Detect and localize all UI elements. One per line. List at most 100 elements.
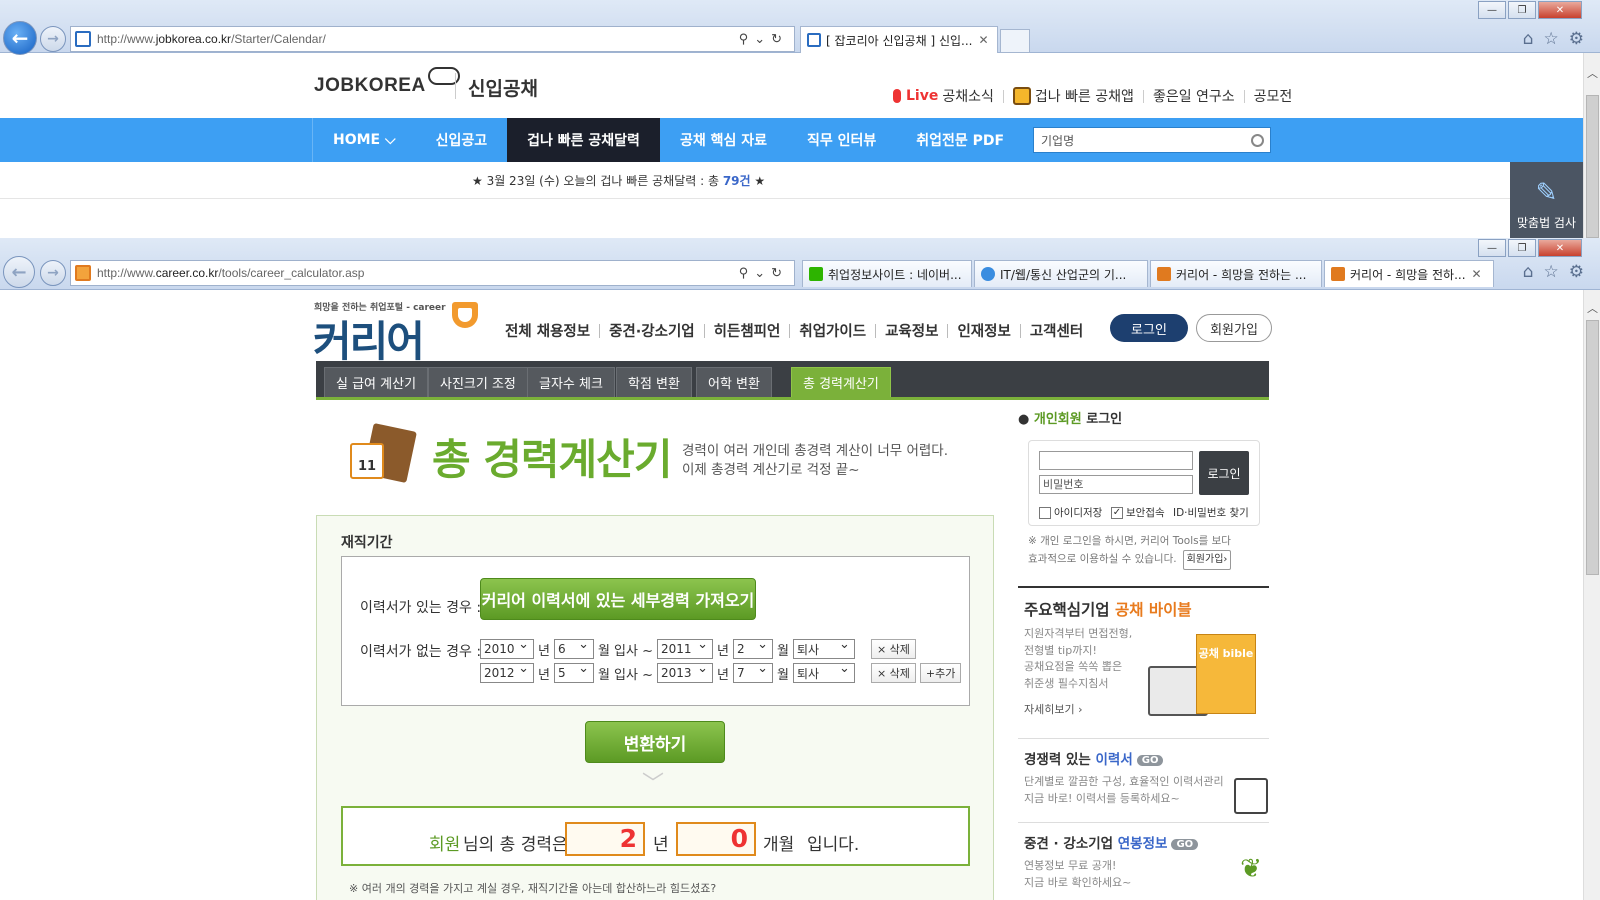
start-month-select[interactable]: 6 bbox=[553, 637, 594, 659]
start-year-select[interactable]: 2010 bbox=[480, 637, 534, 659]
header-login-button[interactable]: 로그인 bbox=[1110, 314, 1188, 342]
favorites-star-icon[interactable]: ☆ bbox=[1544, 262, 1559, 282]
menu-talent[interactable]: 인재정보 bbox=[957, 320, 1010, 341]
spell-check-button[interactable]: ✎ 맞춤법 검사 bbox=[1510, 162, 1583, 238]
delete-row-button[interactable]: × 삭제 bbox=[870, 663, 916, 683]
close-window-button[interactable]: ✕ bbox=[1538, 239, 1582, 257]
restore-button[interactable]: ❐ bbox=[1508, 1, 1536, 19]
end-year-select[interactable]: 2011 bbox=[657, 637, 714, 659]
tab-career-calculator[interactable]: 총 경력계산기 bbox=[791, 367, 891, 397]
tab-language-convert[interactable]: 어학 변환 bbox=[696, 367, 772, 397]
end-month-select[interactable]: 7 bbox=[732, 661, 773, 683]
close-tab-icon[interactable]: ✕ bbox=[978, 33, 988, 47]
add-row-button[interactable]: +추가 bbox=[919, 663, 962, 683]
tab-char-count[interactable]: 글자수 체크 bbox=[527, 367, 615, 397]
menu-customer-center[interactable]: 고객센터 bbox=[1030, 320, 1083, 341]
jobkorea-logo[interactable]: JOBKOREA bbox=[314, 67, 460, 97]
tab-jobkorea[interactable]: [ 잡코리아 신입공채 ] 신입... ✕ bbox=[800, 26, 998, 53]
minimize-button[interactable]: — bbox=[1478, 1, 1506, 19]
vertical-scrollbar[interactable]: ︿ bbox=[1583, 290, 1600, 900]
promo-bible[interactable]: 주요핵심기업 공채 바이블 지원자격부터 면접전형, 전형별 tip까지! 공채… bbox=[1024, 598, 1269, 738]
favorites-star-icon[interactable]: ☆ bbox=[1544, 29, 1559, 49]
menu-education[interactable]: 교육정보 bbox=[885, 320, 938, 341]
scroll-thumb[interactable] bbox=[1586, 95, 1599, 238]
lab-link[interactable]: 좋은일 연구소 bbox=[1153, 86, 1235, 106]
go-badge[interactable]: GO bbox=[1136, 754, 1164, 766]
nav-calendar[interactable]: 겁나 빠른 공채달력 bbox=[507, 118, 660, 162]
live-news-link[interactable]: 공채소식 bbox=[942, 86, 994, 106]
scroll-up-icon[interactable]: ︿ bbox=[1584, 300, 1600, 317]
forward-button[interactable]: → bbox=[40, 260, 66, 286]
new-tab-button[interactable] bbox=[1000, 29, 1030, 53]
address-bar[interactable]: http://www.jobkorea.co.kr/Starter/Calend… bbox=[70, 26, 795, 52]
end-year-select[interactable]: 2013 bbox=[657, 661, 714, 683]
checkbox-empty-icon[interactable] bbox=[1039, 506, 1051, 519]
close-tab-icon[interactable]: ✕ bbox=[1472, 267, 1482, 281]
nav-new-jobs[interactable]: 신입공고 bbox=[416, 118, 508, 162]
menu-job-guide[interactable]: 취업가이드 bbox=[799, 320, 866, 341]
secure-login-checkbox[interactable]: ✓ 보안접속 bbox=[1111, 505, 1165, 520]
window-controls: — ❐ ✕ bbox=[1476, 1, 1582, 19]
go-badge[interactable]: GO bbox=[1171, 838, 1199, 850]
password-input[interactable]: 비밀번호 bbox=[1039, 475, 1193, 494]
scroll-up-icon[interactable]: ︿ bbox=[1584, 65, 1600, 82]
app-icon bbox=[1012, 87, 1031, 105]
url-text: http://www.career.co.kr/tools/career_cal… bbox=[97, 266, 365, 280]
find-id-pw-link[interactable]: ID·비밀번호 찾기 bbox=[1173, 505, 1249, 520]
tab-career-2[interactable]: 커리어 - 희망을 전하... ✕ bbox=[1324, 260, 1494, 287]
back-button[interactable]: ← bbox=[3, 21, 37, 55]
promo-resume[interactable]: 경쟁력 있는 이력서 GO 단계별로 깔끔한 구성, 효율적인 이력서관리 지금 … bbox=[1024, 748, 1269, 807]
menu-mid-sized[interactable]: 중견·강소기업 bbox=[609, 320, 695, 341]
logo-subtitle[interactable]: 신입공채 bbox=[468, 74, 538, 101]
sidebar-login-button[interactable]: 로그인 bbox=[1199, 451, 1249, 495]
vertical-scrollbar[interactable]: ︿ bbox=[1583, 53, 1600, 238]
small-join-button[interactable]: 회원가입› bbox=[1182, 550, 1232, 570]
scroll-thumb[interactable] bbox=[1586, 320, 1599, 575]
restore-button[interactable]: ❐ bbox=[1508, 239, 1536, 257]
address-bar[interactable]: http://www.career.co.kr/tools/career_cal… bbox=[70, 260, 795, 286]
contest-link[interactable]: 공모전 bbox=[1254, 86, 1293, 106]
status-select[interactable]: 퇴사 bbox=[792, 661, 855, 683]
tab-photo-resize[interactable]: 사진크기 조정 bbox=[428, 367, 528, 397]
minimize-button[interactable]: — bbox=[1478, 239, 1506, 257]
forward-button[interactable]: → bbox=[40, 26, 66, 52]
search-refresh-icons[interactable]: ⚲⌄↻ bbox=[739, 265, 788, 281]
checkbox-checked-icon[interactable]: ✓ bbox=[1111, 506, 1123, 519]
company-search-input[interactable]: 기업명 bbox=[1033, 127, 1271, 153]
tab-naver[interactable]: 취업정보사이트 : 네이버... bbox=[802, 260, 972, 287]
tab-grade-convert[interactable]: 학점 변환 bbox=[616, 367, 692, 397]
notice-count[interactable]: 79건 bbox=[723, 174, 751, 188]
search-refresh-icons[interactable]: ⚲⌄↻ bbox=[739, 31, 788, 47]
id-input[interactable] bbox=[1039, 451, 1193, 470]
settings-gear-icon[interactable]: ⚙ bbox=[1569, 29, 1584, 49]
save-id-checkbox[interactable]: 아이디저장 bbox=[1039, 505, 1102, 520]
end-month-select[interactable]: 2 bbox=[732, 637, 773, 659]
start-year-select[interactable]: 2012 bbox=[480, 661, 534, 683]
career-logo[interactable]: 커리어 bbox=[313, 308, 425, 369]
search-icon[interactable] bbox=[1251, 133, 1264, 147]
home-icon[interactable]: ⌂ bbox=[1523, 29, 1534, 49]
divider bbox=[1018, 586, 1269, 588]
nav-pdf[interactable]: 취업전문 PDF bbox=[896, 118, 1024, 162]
close-window-button[interactable]: ✕ bbox=[1538, 1, 1582, 19]
menu-hidden-champion[interactable]: 히든챔피언 bbox=[714, 320, 781, 341]
nav-home[interactable]: HOME ⌵ bbox=[312, 118, 416, 162]
home-icon[interactable]: ⌂ bbox=[1523, 262, 1534, 282]
tools-tab-bar: 실 급여 계산기 사진크기 조정 글자수 체크 학점 변환 어학 변환 총 경력… bbox=[316, 361, 1269, 400]
import-resume-button[interactable]: 커리어 이력서에 있는 세부경력 가져오기 bbox=[480, 578, 756, 620]
tab-salary-calculator[interactable]: 실 급여 계산기 bbox=[324, 367, 429, 397]
start-month-select[interactable]: 5 bbox=[553, 661, 594, 683]
status-select[interactable]: 퇴사 bbox=[792, 637, 855, 659]
nav-core-materials[interactable]: 공채 핵심 자료 bbox=[660, 118, 787, 162]
back-button[interactable]: ← bbox=[3, 256, 35, 288]
delete-row-button[interactable]: × 삭제 bbox=[870, 639, 916, 659]
app-link[interactable]: 겁나 빠른 공채앱 bbox=[1035, 86, 1134, 106]
live-link[interactable]: Live bbox=[906, 88, 938, 104]
menu-all-jobs[interactable]: 전체 채용정보 bbox=[505, 320, 590, 341]
settings-gear-icon[interactable]: ⚙ bbox=[1569, 262, 1584, 282]
tab-career-1[interactable]: 커리어 - 희망을 전하는 ... bbox=[1150, 260, 1322, 287]
nav-job-interview[interactable]: 직무 인터뷰 bbox=[787, 118, 896, 162]
tab-it-industry[interactable]: IT/웹/통신 산업군의 기... bbox=[974, 260, 1148, 287]
convert-button[interactable]: 변환하기 bbox=[585, 721, 725, 763]
header-join-button[interactable]: 회원가입 bbox=[1196, 314, 1272, 342]
